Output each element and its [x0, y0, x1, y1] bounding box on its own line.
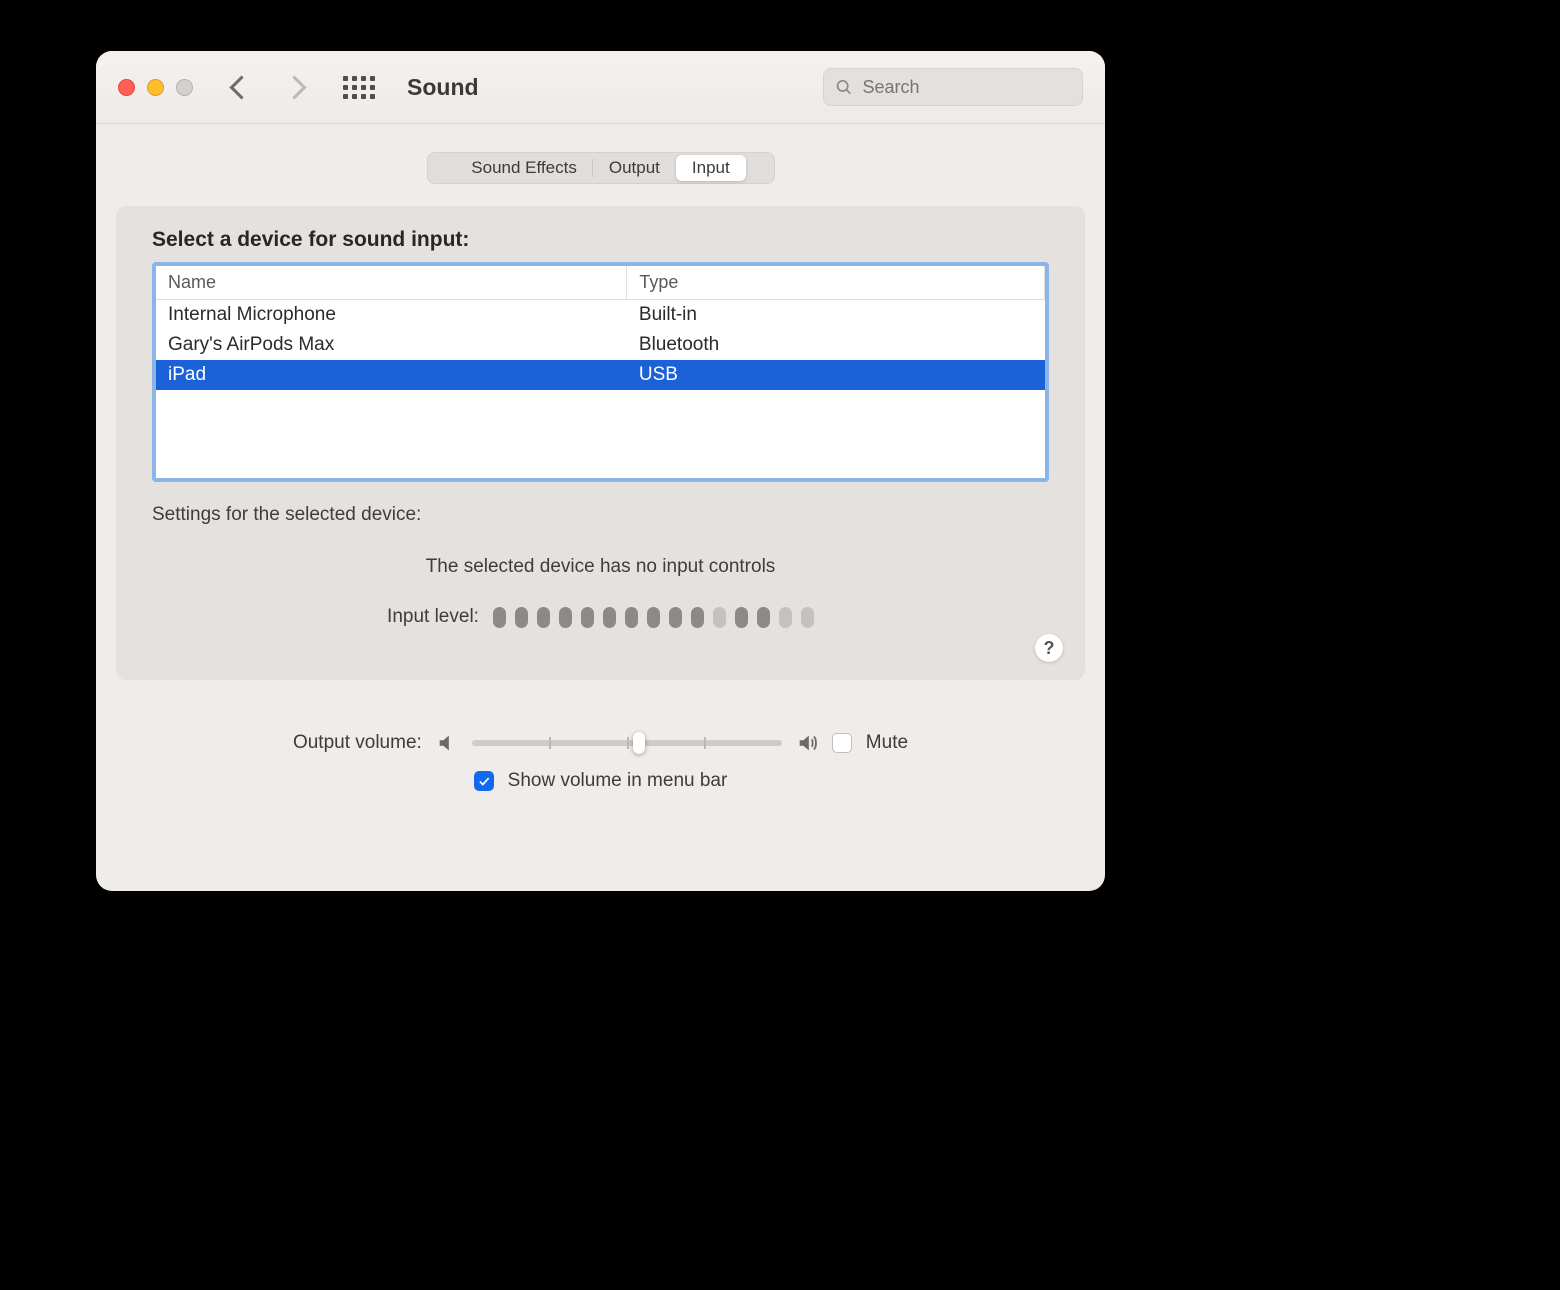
device-type: Bluetooth	[627, 330, 1045, 360]
bottom-bar: Output volume: Mute	[116, 732, 1085, 792]
input-level-label: Input level:	[387, 606, 479, 628]
help-button[interactable]: ?	[1035, 634, 1063, 662]
output-volume-row: Output volume: Mute	[293, 732, 908, 754]
level-pill	[493, 607, 506, 628]
back-button[interactable]	[229, 75, 253, 99]
level-pill	[581, 607, 594, 628]
sound-preferences-window: Sound Sound EffectsOutputInput Select a …	[96, 51, 1105, 891]
search-field[interactable]	[823, 68, 1083, 106]
level-pill	[757, 607, 770, 628]
traffic-lights	[118, 79, 193, 96]
main-panel: Sound EffectsOutputInput Select a device…	[96, 124, 1105, 792]
mute-label: Mute	[866, 732, 908, 754]
level-pill	[603, 607, 616, 628]
speaker-low-icon	[436, 732, 458, 754]
volume-thumb[interactable]	[633, 732, 645, 754]
table-row[interactable]: Internal MicrophoneBuilt-in	[156, 300, 1045, 331]
window-title: Sound	[407, 74, 479, 101]
no-controls-message: The selected device has no input control…	[152, 556, 1049, 578]
level-pill	[713, 607, 726, 628]
device-type: USB	[627, 360, 1045, 390]
device-name: Gary's AirPods Max	[156, 330, 627, 360]
table-row[interactable]: Gary's AirPods MaxBluetooth	[156, 330, 1045, 360]
level-pill	[801, 607, 814, 628]
level-pill	[559, 607, 572, 628]
tab-input[interactable]: Input	[676, 155, 746, 181]
show-in-menubar-label: Show volume in menu bar	[508, 770, 728, 792]
search-icon	[835, 77, 853, 97]
speaker-high-icon	[796, 732, 818, 754]
column-name[interactable]: Name	[156, 266, 627, 300]
level-pill	[735, 607, 748, 628]
device-name: Internal Microphone	[156, 300, 627, 331]
titlebar: Sound	[96, 51, 1105, 124]
show-all-icon[interactable]	[343, 76, 375, 99]
level-pill	[625, 607, 638, 628]
nav-arrows	[233, 79, 303, 96]
input-level-row: Input level:	[152, 606, 1049, 628]
zoom-window-button	[176, 79, 193, 96]
device-heading: Select a device for sound input:	[152, 228, 1049, 252]
input-level-meter	[493, 607, 814, 628]
mute-checkbox[interactable]	[832, 733, 852, 753]
settings-title: Settings for the selected device:	[152, 504, 1049, 526]
device-type: Built-in	[627, 300, 1045, 331]
tabs: Sound EffectsOutputInput	[427, 152, 775, 184]
level-pill	[691, 607, 704, 628]
level-pill	[669, 607, 682, 628]
forward-button	[282, 75, 306, 99]
level-pill	[779, 607, 792, 628]
device-name: iPad	[156, 360, 627, 390]
minimize-window-button[interactable]	[147, 79, 164, 96]
column-type[interactable]: Type	[627, 266, 1045, 300]
close-window-button[interactable]	[118, 79, 135, 96]
output-volume-label: Output volume:	[293, 732, 422, 754]
table-row[interactable]: iPadUSB	[156, 360, 1045, 390]
level-pill	[515, 607, 528, 628]
level-pill	[537, 607, 550, 628]
show-in-menubar-checkbox[interactable]	[474, 771, 494, 791]
level-pill	[647, 607, 660, 628]
tab-sound-effects[interactable]: Sound Effects	[455, 155, 593, 181]
output-volume-slider[interactable]	[472, 740, 782, 746]
device-table[interactable]: NameType Internal MicrophoneBuilt-inGary…	[152, 262, 1049, 482]
search-input[interactable]	[861, 76, 1072, 99]
tab-output[interactable]: Output	[593, 155, 676, 181]
show-in-menubar-row: Show volume in menu bar	[474, 770, 728, 792]
input-pane: Select a device for sound input: NameTyp…	[116, 206, 1085, 680]
